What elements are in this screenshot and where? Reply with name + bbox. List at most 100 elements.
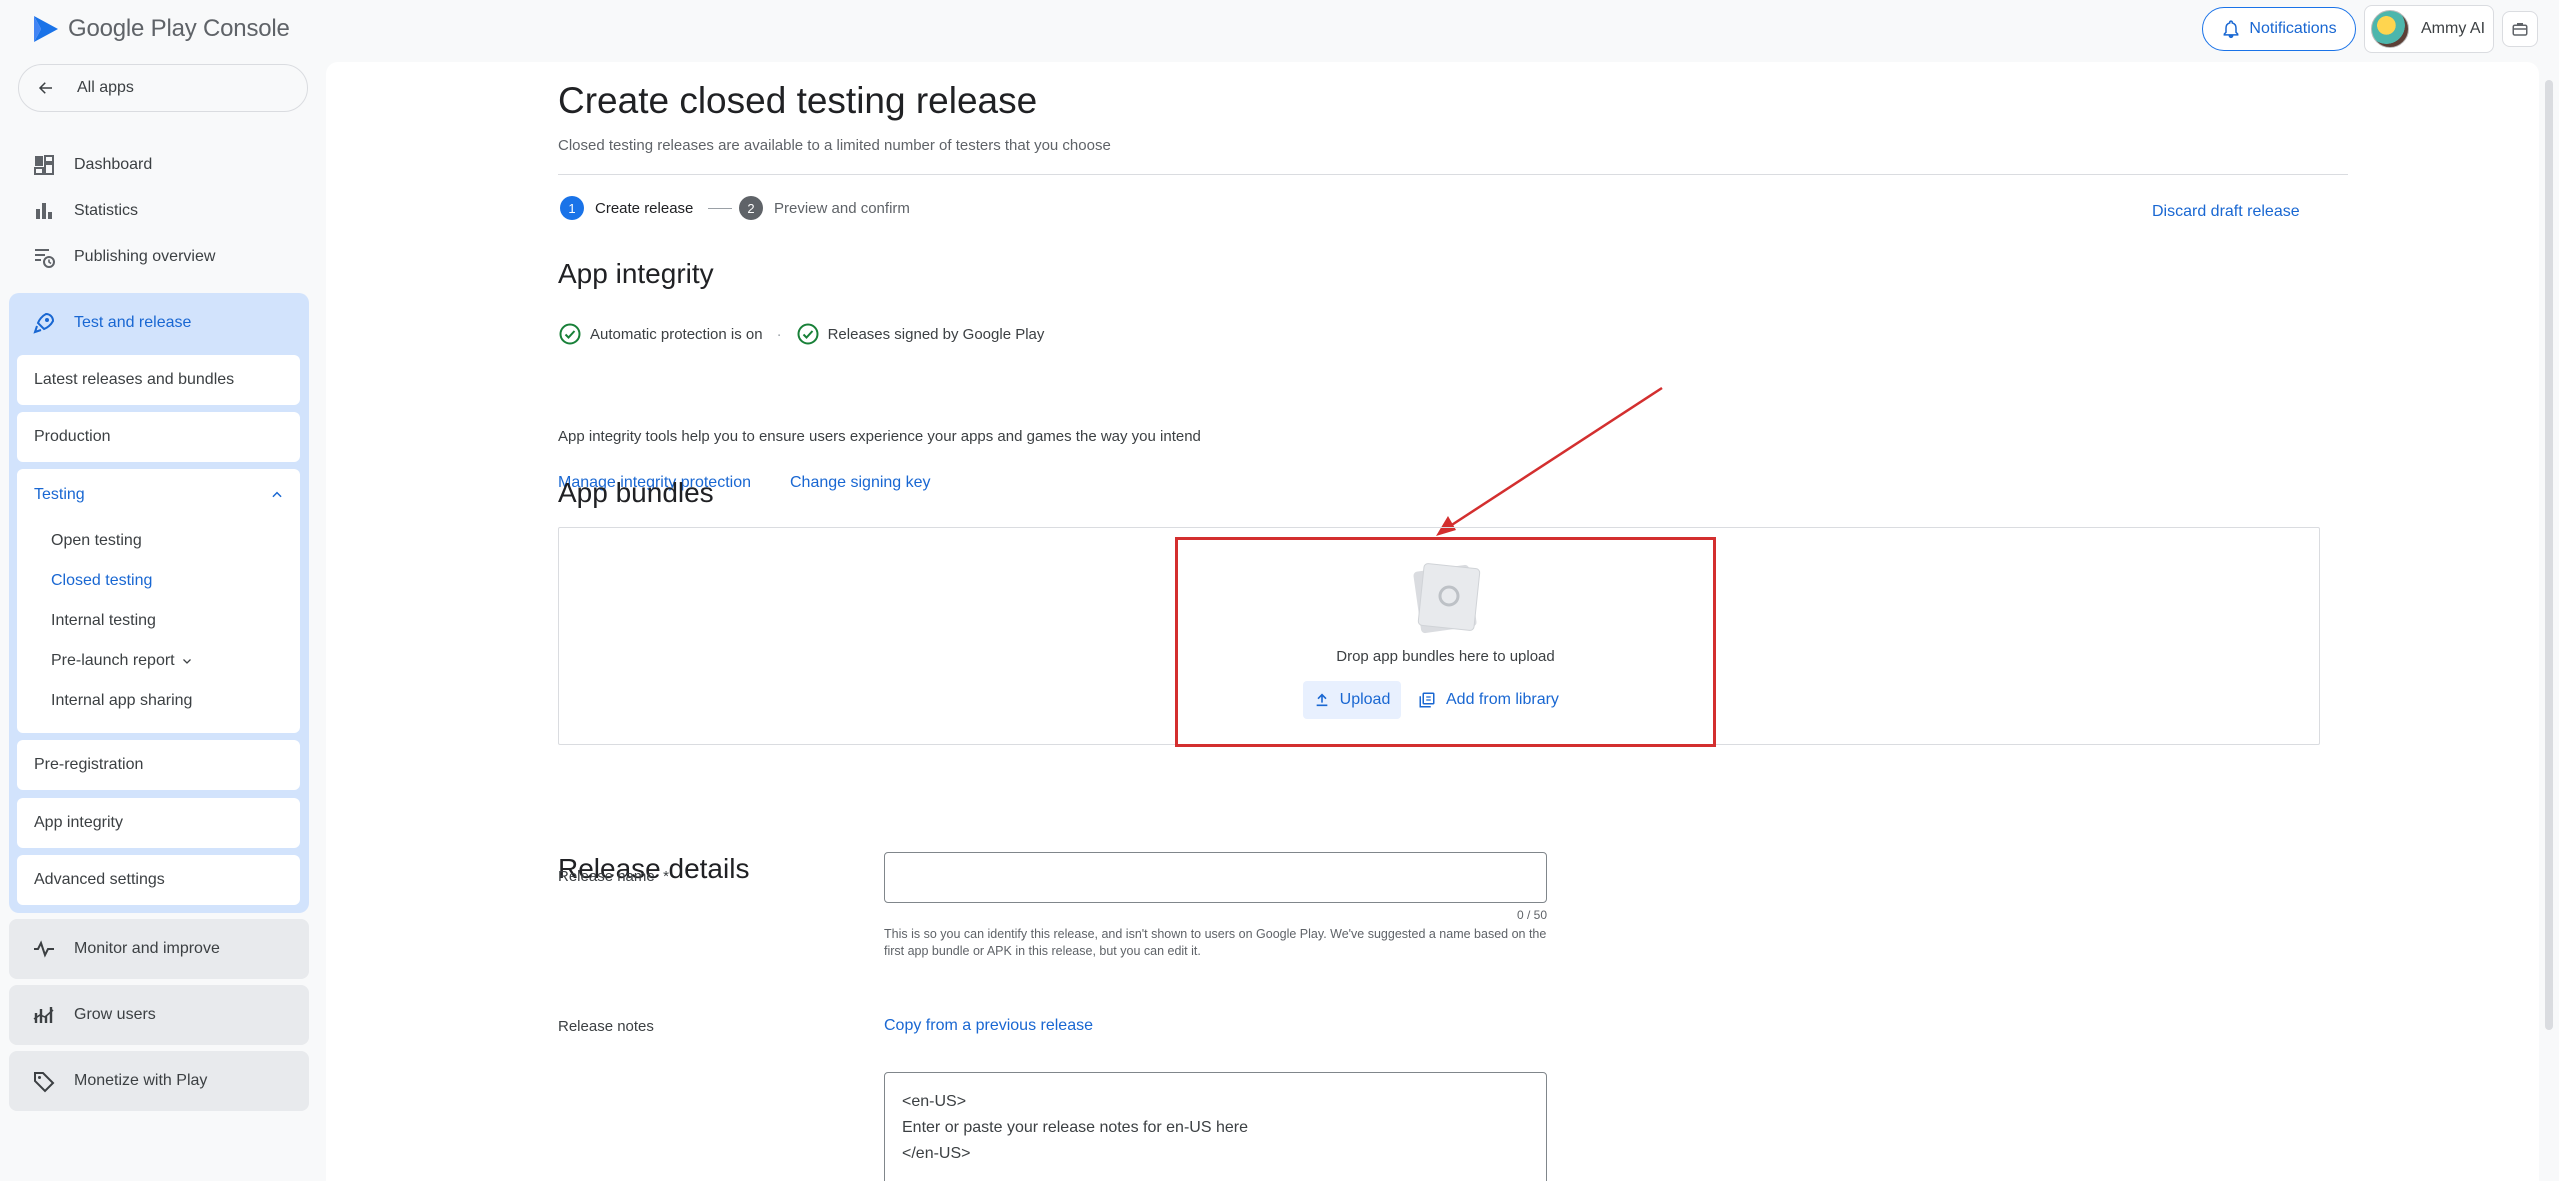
- app-integrity-heading: App integrity: [558, 258, 714, 289]
- sidebar-item-app-integrity[interactable]: App integrity: [17, 798, 300, 848]
- add-from-library-label: Add from library: [1446, 691, 1559, 708]
- briefcase-icon: [2512, 23, 2528, 36]
- sidebar-item-label: Open testing: [51, 532, 142, 549]
- step-number: 1: [560, 196, 584, 220]
- add-from-library-button[interactable]: Add from library: [1418, 681, 1559, 719]
- chevron-down-icon: [182, 659, 191, 664]
- integrity-status-row: Automatic protection is on · Releases si…: [558, 322, 1044, 346]
- account-button[interactable]: Ammy AI: [2364, 5, 2494, 53]
- sidebar-item-label: Dashboard: [74, 156, 153, 173]
- stepper-connector: [708, 208, 732, 209]
- copy-previous-release-link[interactable]: Copy from a previous release: [884, 1017, 1093, 1035]
- top-bar: Google Play Console Notifications Ammy A…: [0, 0, 2559, 62]
- main-content: Create closed testing release Closed tes…: [326, 62, 2539, 1181]
- app-bundle-icon: [1413, 563, 1481, 634]
- sidebar-item-monitor-and-improve[interactable]: Monitor and improve: [9, 919, 309, 979]
- sidebar-item-pre-launch-report[interactable]: Pre-launch report: [17, 641, 300, 681]
- sidebar-item-closed-testing[interactable]: Closed testing: [17, 561, 300, 601]
- drop-zone-text: Drop app bundles here to upload: [1336, 648, 1555, 665]
- sidebar-item-label: Monetize with Play: [74, 1072, 208, 1089]
- release-name-input[interactable]: [884, 852, 1547, 903]
- bar-chart-icon: [36, 203, 52, 219]
- sidebar-item-statistics[interactable]: Statistics: [0, 188, 320, 234]
- sidebar-item-label: Pre-registration: [34, 756, 144, 773]
- step-preview-and-confirm: 2 Preview and confirm: [739, 196, 910, 220]
- sidebar-item-latest-releases[interactable]: Latest releases and bundles: [17, 355, 300, 405]
- automatic-protection-status: Automatic protection is on: [590, 325, 763, 343]
- account-name: Ammy AI: [2421, 20, 2486, 37]
- play-console-logo[interactable]: Google Play Console: [32, 14, 290, 44]
- sidebar-item-test-and-release[interactable]: Test and release: [9, 293, 309, 353]
- sidebar-item-internal-app-sharing[interactable]: Internal app sharing: [17, 681, 300, 721]
- sidebar-item-label: Internal app sharing: [51, 692, 193, 709]
- sidebar-item-open-testing[interactable]: Open testing: [17, 521, 300, 561]
- header-divider: [558, 174, 2348, 175]
- sidebar-item-label: Advanced settings: [34, 871, 165, 888]
- arrow-back-icon: [38, 82, 52, 94]
- sidebar-item-production[interactable]: Production: [17, 412, 300, 462]
- app-bundles-heading: App bundles: [558, 477, 714, 508]
- grow-icon: [33, 1007, 54, 1023]
- sidebar-item-label: Pre-launch report: [51, 652, 175, 669]
- release-name-helper: This is so you can identify this release…: [884, 927, 1547, 958]
- sidebar-item-internal-testing[interactable]: Internal testing: [17, 601, 300, 641]
- sidebar-item-label: Statistics: [74, 202, 139, 219]
- test-and-release-label: Test and release: [74, 314, 192, 331]
- logo-prefix: Google Play: [68, 15, 197, 42]
- sidebar-item-pre-registration[interactable]: Pre-registration: [17, 740, 300, 790]
- annotation-arrow-icon: [1436, 386, 1663, 536]
- page-title: Create closed testing release: [558, 80, 1038, 121]
- dashboard-icon: [34, 155, 54, 175]
- required-mark: *: [663, 868, 669, 885]
- release-name-label: Release name *: [558, 868, 669, 885]
- upload-icon: [1316, 693, 1327, 707]
- sidebar-item-grow-users[interactable]: Grow users: [9, 985, 309, 1045]
- sidebar-item-dashboard[interactable]: Dashboard: [0, 142, 320, 188]
- check-circle-icon: [797, 323, 819, 345]
- step-create-release: 1 Create release: [560, 196, 693, 220]
- step-label: Create release: [595, 199, 694, 217]
- upload-label: Upload: [1339, 691, 1391, 708]
- sidebar-item-monetize[interactable]: Monetize with Play: [9, 1051, 309, 1111]
- sidebar-item-label: Internal testing: [51, 612, 156, 629]
- rocket-icon: [33, 312, 55, 334]
- play-console-logo-icon: [34, 16, 58, 42]
- discard-draft-button[interactable]: Discard draft release: [2152, 203, 2300, 221]
- sidebar-item-label: Testing: [34, 486, 85, 503]
- step-label: Preview and confirm: [774, 199, 910, 217]
- release-notes-textarea[interactable]: <en-US> Enter or paste your release note…: [884, 1072, 1547, 1181]
- test-and-release-group: Test and release Latest releases and bun…: [9, 293, 309, 913]
- logo-suffix: Console: [203, 15, 290, 42]
- release-notes-label: Release notes: [558, 1018, 654, 1035]
- library-icon: [1419, 692, 1435, 708]
- bell-icon: [2224, 20, 2239, 39]
- sidebar-item-publishing-overview[interactable]: Publishing overview: [0, 234, 320, 280]
- avatar: [2371, 10, 2409, 48]
- testing-section: Testing Open testing Closed testing Inte…: [17, 469, 300, 733]
- notifications-label: Notifications: [2249, 20, 2337, 37]
- check-circle-icon: [559, 323, 581, 345]
- page-subtitle: Closed testing releases are available to…: [558, 137, 1111, 154]
- scrollbar[interactable]: [2545, 80, 2553, 1030]
- sidebar: All apps Dashboard Statistics Publishing…: [0, 62, 320, 1181]
- sidebar-item-label: Production: [34, 428, 111, 445]
- developer-account-button[interactable]: [2502, 11, 2538, 47]
- all-apps-label: All apps: [77, 79, 134, 96]
- release-name-counter: 0 / 50: [1516, 908, 1547, 922]
- sidebar-item-label: Monitor and improve: [74, 940, 220, 957]
- upload-button[interactable]: Upload: [1303, 681, 1401, 719]
- sidebar-item-label: App integrity: [34, 814, 123, 831]
- sidebar-item-label: Latest releases and bundles: [34, 371, 235, 388]
- chevron-up-icon: [272, 491, 282, 498]
- pulse-icon: [34, 940, 54, 958]
- publishing-icon: [35, 249, 55, 268]
- notifications-button[interactable]: Notifications: [2202, 7, 2356, 51]
- sidebar-item-testing[interactable]: Testing: [17, 469, 300, 521]
- tag-icon: [34, 1072, 55, 1093]
- integrity-description: App integrity tools help you to ensure u…: [558, 428, 1201, 445]
- all-apps-button[interactable]: All apps: [18, 64, 308, 112]
- change-signing-key-link[interactable]: Change signing key: [790, 474, 931, 492]
- sidebar-item-advanced-settings[interactable]: Advanced settings: [17, 855, 300, 905]
- step-number: 2: [739, 196, 763, 220]
- signing-status: Releases signed by Google Play: [827, 325, 1045, 343]
